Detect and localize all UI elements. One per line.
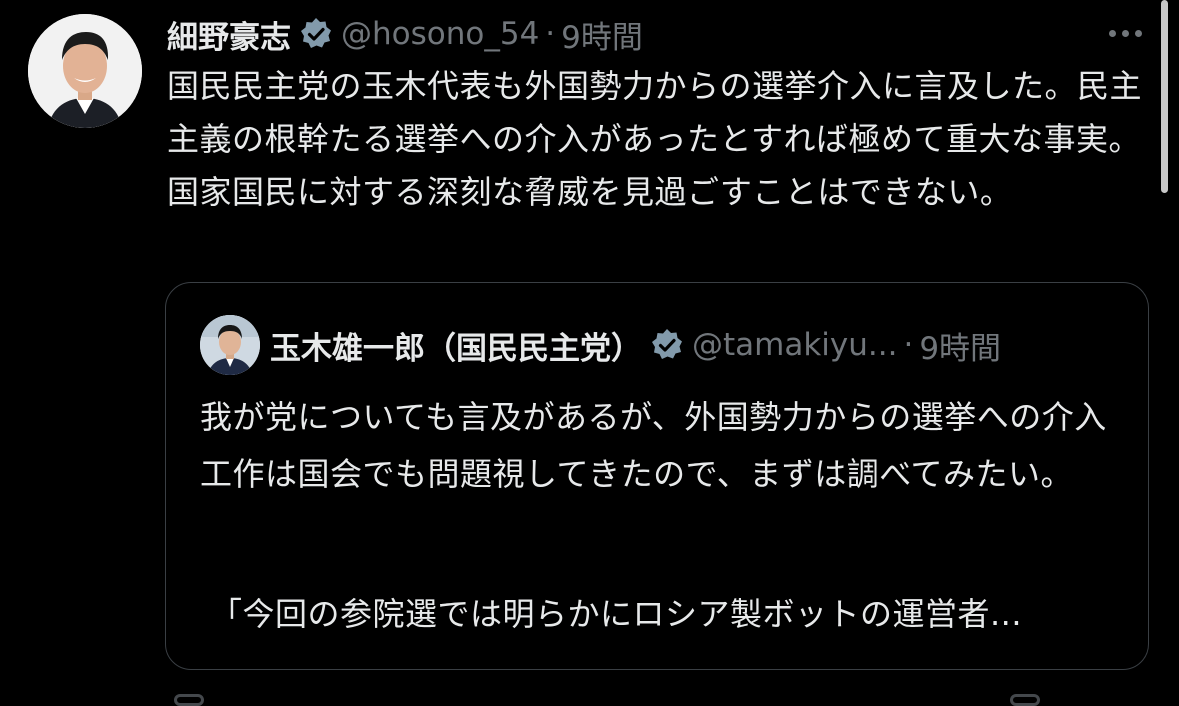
tweet-text: 国民民主党の玉木代表も外国勢力からの選挙介入に言及した。民主主義の根幹たる選挙へ… — [167, 67, 1143, 211]
quoted-author-name[interactable]: 玉木雄一郎（国民民主党） — [270, 323, 642, 368]
scrollbar[interactable] — [1161, 0, 1168, 193]
author-handle[interactable]: @hosono_54 — [341, 16, 539, 52]
bookmark-icon[interactable] — [1010, 694, 1040, 706]
quoted-author-handle[interactable]: @tamakiyu... — [692, 327, 897, 363]
author-avatar[interactable] — [28, 14, 142, 128]
tweet-header: 細野豪志 @hosono_54 · 9時間 — [167, 10, 643, 58]
tweet-timestamp[interactable]: 9時間 — [561, 12, 643, 57]
quoted-tweet-timestamp[interactable]: 9時間 — [919, 323, 1001, 368]
verified-badge-icon — [299, 17, 333, 51]
action-bar-partial — [170, 690, 1150, 706]
quoted-tweet-text: 我が党についても言及があるが、外国勢力からの選挙への介入工作は国会でも問題視して… — [200, 398, 1107, 493]
more-horizontal-icon — [1108, 29, 1116, 37]
verified-badge-icon — [650, 328, 684, 362]
separator-dot: · — [903, 327, 914, 363]
quoted-tweet-header: 玉木雄一郎（国民民主党） @tamakiyu... · 9時間 — [270, 321, 1001, 369]
quoted-tweet-excerpt: 「今回の参院選では明らかにロシア製ボットの運営者... — [210, 595, 1023, 633]
quoted-tweet[interactable]: 玉木雄一郎（国民民主党） @tamakiyu... · 9時間 我が党についても… — [165, 282, 1149, 670]
quoted-author-avatar[interactable] — [200, 315, 260, 375]
more-options-button[interactable] — [1100, 16, 1150, 50]
reply-icon[interactable] — [174, 694, 204, 706]
separator-dot: · — [545, 16, 556, 52]
tweet[interactable]: 細野豪志 @hosono_54 · 9時間 国民民主党の玉木代表も外国勢力からの… — [0, 0, 1179, 706]
author-name[interactable]: 細野豪志 — [167, 12, 291, 57]
